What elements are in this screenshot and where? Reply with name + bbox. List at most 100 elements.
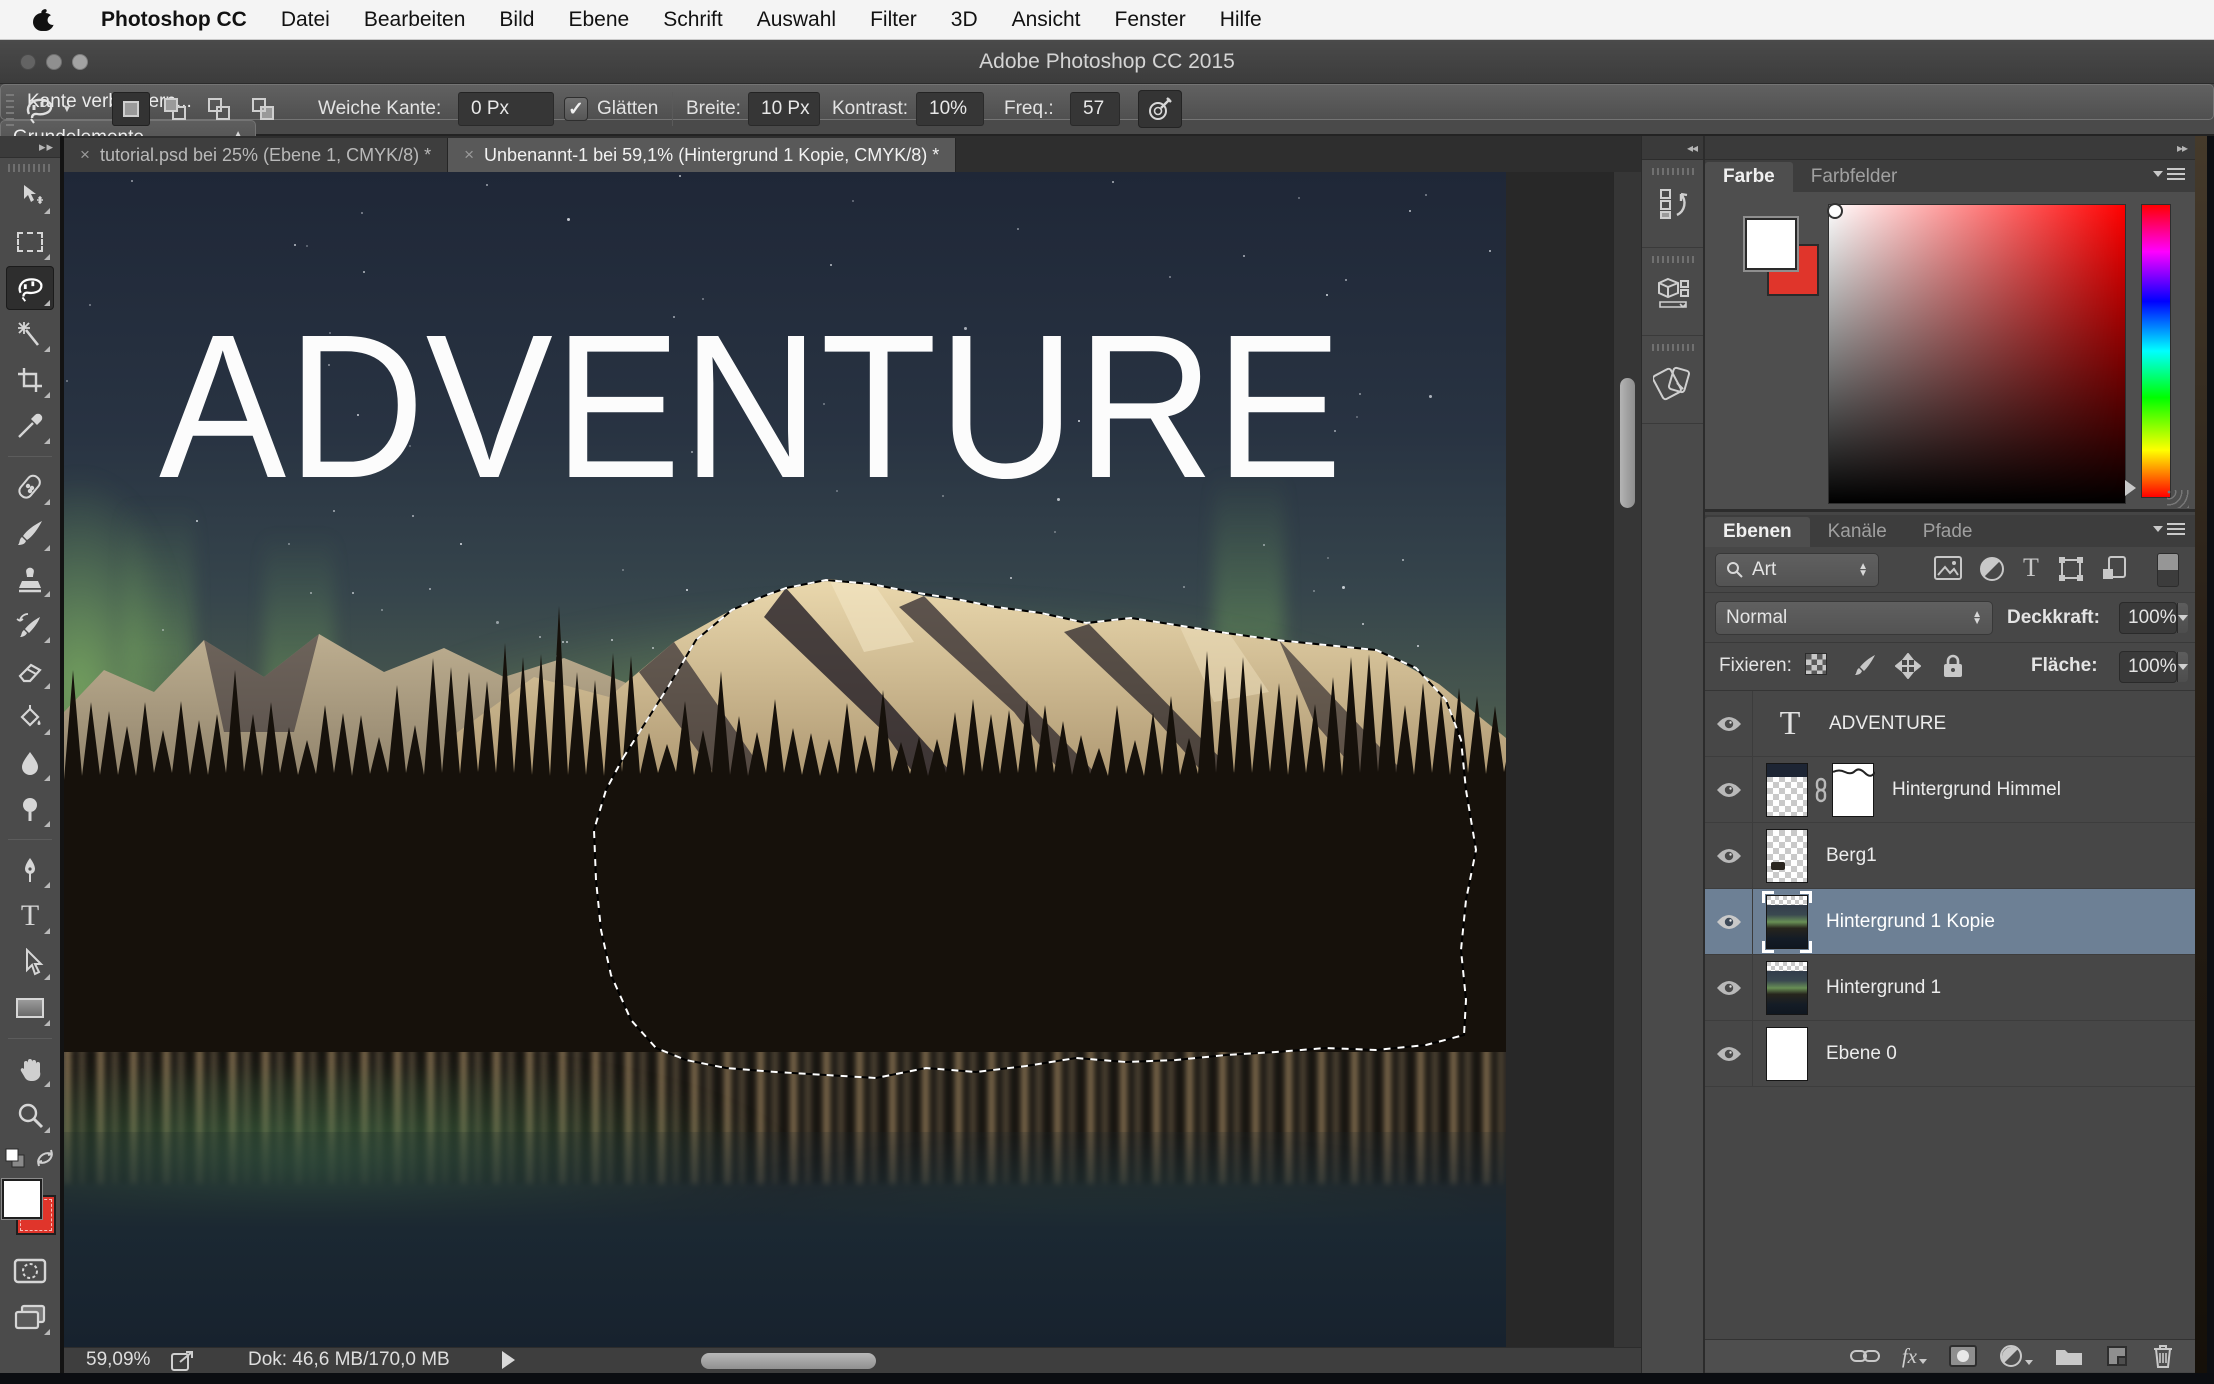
magic-wand-tool[interactable] [6, 312, 54, 356]
close-tab-icon[interactable]: × [80, 145, 90, 165]
link-layers-button[interactable] [1850, 1347, 1880, 1365]
add-layer-mask-button[interactable] [1949, 1345, 1977, 1367]
visibility-toggle[interactable] [1705, 823, 1753, 888]
rectangular-marquee-tool[interactable] [6, 220, 54, 264]
tab-farbfelder[interactable]: Farbfelder [1793, 162, 1916, 192]
foreground-color-swatch[interactable] [2, 1179, 42, 1219]
filter-shape-layers-icon[interactable] [2057, 555, 2085, 583]
layers-panel-menu-icon[interactable] [2153, 523, 2185, 535]
dock-expand-button[interactable]: ▸▸ [1705, 136, 2195, 160]
opacity-field[interactable]: 100% [2119, 602, 2177, 634]
delete-layer-button[interactable] [2151, 1343, 2175, 1369]
share-icon[interactable] [170, 1350, 196, 1372]
document-tab-tutorial[interactable]: × tutorial.psd bei 25% (Ebene 1, CMYK/8)… [64, 138, 448, 172]
horizontal-scrollbar-thumb[interactable] [701, 1353, 876, 1369]
crop-tool[interactable] [6, 358, 54, 402]
layer-thumbnail[interactable] [1766, 895, 1808, 949]
layer-row-hintergrund-1-kopie[interactable]: Hintergrund 1 Kopie [1705, 889, 2195, 955]
lock-transparency-icon[interactable] [1805, 653, 1827, 675]
status-menu-arrow[interactable] [502, 1351, 515, 1369]
canvas-image[interactable]: ADVENTURE [64, 172, 1506, 1347]
tab-farbe[interactable]: Farbe [1705, 162, 1793, 192]
paint-bucket-tool[interactable] [6, 695, 54, 739]
color-panel-menu-icon[interactable] [2153, 168, 2185, 180]
new-group-button[interactable] [2055, 1345, 2083, 1367]
close-tab-icon[interactable]: × [464, 145, 474, 165]
saturation-brightness-field[interactable] [1828, 204, 2126, 504]
layer-thumbnail[interactable] [1766, 763, 1808, 817]
new-adjustment-layer-button[interactable] [1999, 1344, 2033, 1368]
toolbar-collapse-button[interactable]: ▸▸ [0, 136, 60, 158]
menu-ansicht[interactable]: Ansicht [995, 0, 1098, 40]
feather-input[interactable]: 0 Px [458, 92, 554, 126]
type-tool[interactable]: T [6, 894, 54, 938]
visibility-toggle[interactable] [1705, 1021, 1753, 1086]
contrast-input[interactable]: 10% [916, 92, 984, 126]
quick-mask-button[interactable] [6, 1249, 54, 1293]
layer-row-berg1[interactable]: Berg1 [1705, 823, 2195, 889]
foreground-color-swatch[interactable] [1745, 218, 1797, 270]
menu-datei[interactable]: Datei [264, 0, 347, 40]
filter-smart-objects-icon[interactable] [2101, 555, 2129, 583]
hue-slider[interactable] [2141, 204, 2171, 498]
selection-new-button[interactable] [112, 92, 150, 126]
lock-position-icon[interactable] [1895, 653, 1921, 679]
blur-tool[interactable] [6, 741, 54, 785]
layer-row-hintergrund-1[interactable]: Hintergrund 1 [1705, 955, 2195, 1021]
layer-row-ebene-0[interactable]: Ebene 0 [1705, 1021, 2195, 1087]
zoom-tool[interactable] [6, 1093, 54, 1137]
eyedropper-tool[interactable] [6, 404, 54, 448]
tab-kanaele[interactable]: Kanäle [1810, 517, 1905, 547]
layer-row-hintergrund-himmel[interactable]: Hintergrund Himmel [1705, 757, 2195, 823]
apple-menu-icon[interactable] [30, 7, 56, 33]
layer-style-button[interactable]: fx [1902, 1344, 1927, 1369]
hand-tool[interactable] [6, 1047, 54, 1091]
pen-tool[interactable] [6, 848, 54, 892]
layer-mask-thumbnail[interactable] [1832, 763, 1874, 817]
default-swap-colors[interactable] [4, 1147, 56, 1169]
blend-mode-select[interactable]: Normal ▲▼ [1715, 601, 1993, 635]
menu-bild[interactable]: Bild [482, 0, 551, 40]
menu-photoshop[interactable]: Photoshop CC [84, 0, 264, 40]
tab-pfade[interactable]: Pfade [1905, 517, 1991, 547]
dock-collapse-button[interactable]: ◂◂ [1642, 136, 1703, 160]
new-layer-button[interactable] [2105, 1344, 2129, 1368]
mask-link-icon[interactable] [1812, 777, 1830, 803]
filter-type-layers-icon[interactable]: T [2023, 553, 2039, 583]
panel-resize-grip[interactable] [2167, 490, 2189, 508]
layer-filter-type-select[interactable]: Art ▲▼ [1715, 553, 1879, 587]
libraries-panel-button[interactable] [1642, 336, 1703, 424]
vertical-scrollbar-thumb[interactable] [1620, 378, 1635, 508]
tablet-pressure-button[interactable] [1138, 90, 1182, 128]
menu-schrift[interactable]: Schrift [646, 0, 740, 40]
menu-fenster[interactable]: Fenster [1098, 0, 1203, 40]
visibility-toggle[interactable] [1705, 757, 1753, 822]
filter-pixel-layers-icon[interactable] [1933, 555, 1963, 581]
screen-mode-button[interactable] [6, 1295, 54, 1339]
eraser-tool[interactable] [6, 649, 54, 693]
menu-auswahl[interactable]: Auswahl [740, 0, 853, 40]
spot-healing-tool[interactable] [6, 465, 54, 509]
layer-filter-toggle[interactable] [2157, 553, 2179, 587]
tool-preset-picker[interactable]: ▼ [22, 84, 72, 134]
menu-filter[interactable]: Filter [853, 0, 934, 40]
layer-thumbnail[interactable] [1766, 1027, 1808, 1081]
lock-pixels-icon[interactable] [1851, 653, 1877, 679]
frequency-input[interactable]: 57 [1070, 92, 1120, 126]
vertical-scrollbar[interactable] [1613, 172, 1641, 1347]
fill-field[interactable]: 100% [2119, 651, 2177, 683]
zoom-level-field[interactable]: 59,09% [86, 1349, 150, 1371]
filter-adjustment-layers-icon[interactable] [1978, 555, 2006, 583]
layer-row-adventure[interactable]: T ADVENTURE [1705, 691, 2195, 757]
menu-bearbeiten[interactable]: Bearbeiten [347, 0, 483, 40]
move-tool[interactable] [6, 174, 54, 218]
document-tab-unbenannt[interactable]: × Unbenannt-1 bei 59,1% (Hintergrund 1 K… [448, 138, 956, 172]
tab-ebenen[interactable]: Ebenen [1705, 517, 1810, 547]
width-input[interactable]: 10 Px [748, 92, 820, 126]
history-panel-button[interactable] [1642, 160, 1703, 248]
visibility-toggle[interactable] [1705, 889, 1753, 954]
visibility-toggle[interactable] [1705, 955, 1753, 1020]
brush-tool[interactable] [6, 511, 54, 555]
history-brush-tool[interactable] [6, 603, 54, 647]
dodge-tool[interactable] [6, 787, 54, 831]
